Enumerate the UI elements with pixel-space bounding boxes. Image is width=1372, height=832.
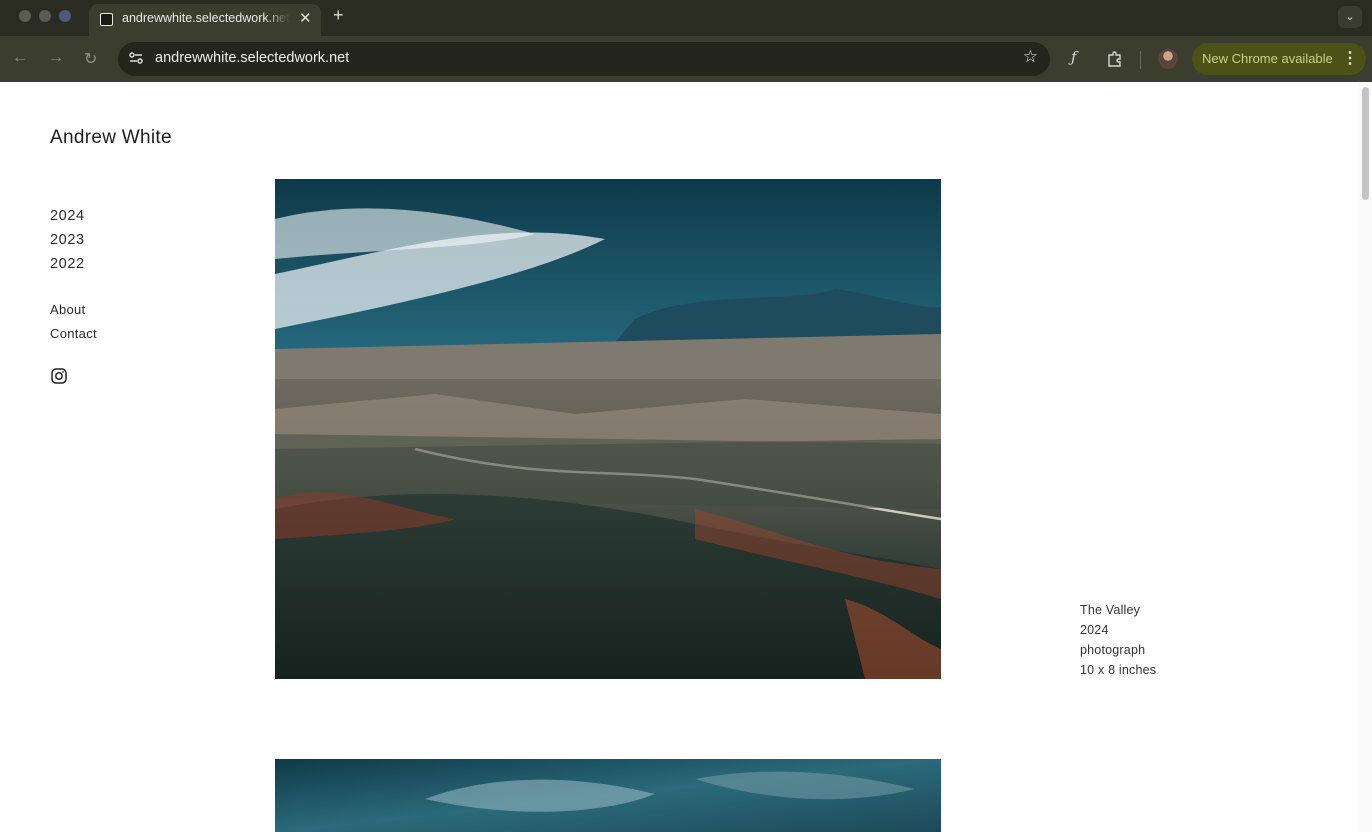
close-window-button[interactable] — [19, 10, 31, 22]
artwork-title: The Valley — [1080, 603, 1141, 617]
page-scrollbar[interactable] — [1358, 82, 1372, 832]
functions-icon[interactable]: ƒ — [1071, 48, 1077, 66]
tab-title: andrewwhite.selectedwork.net — [122, 11, 290, 25]
bookmark-star-icon[interactable]: ☆ — [1023, 47, 1038, 67]
url-text: andrewwhite.selectedwork.net — [155, 50, 350, 66]
nav-contact[interactable]: Contact — [50, 326, 97, 341]
update-chrome-button[interactable]: New Chrome available ⋮ — [1192, 43, 1366, 75]
artwork-dimensions: 10 x 8 inches — [1080, 663, 1157, 677]
artwork-medium: photograph — [1080, 643, 1146, 657]
nav-year-2022[interactable]: 2022 — [50, 256, 85, 272]
tab-strip: andrewwhite.selectedwork.net ✕ + ⌄ — [0, 0, 1372, 36]
artwork-image-next[interactable] — [275, 759, 941, 832]
address-bar[interactable]: andrewwhite.selectedwork.net ☆ — [118, 42, 1050, 76]
profile-avatar[interactable] — [1158, 49, 1178, 69]
nav-about[interactable]: About — [50, 302, 85, 317]
site-favicon-icon — [100, 13, 113, 26]
artwork-year: 2024 — [1080, 623, 1109, 637]
extensions-icon[interactable] — [1106, 50, 1124, 68]
update-label: New Chrome available — [1202, 51, 1333, 66]
forward-icon[interactable]: → — [48, 49, 64, 67]
more-menu-icon[interactable]: ⋮ — [1342, 48, 1358, 68]
browser-toolbar: ← → ↻ andrewwhite.selectedwork.net ☆ ƒ N… — [0, 36, 1372, 82]
nav-year-2023[interactable]: 2023 — [50, 232, 85, 248]
instagram-icon[interactable] — [51, 368, 67, 384]
minimize-window-button[interactable] — [39, 10, 51, 22]
page-content: Andrew White 2024 2023 2022 About Contac… — [0, 82, 1372, 832]
back-icon[interactable]: ← — [12, 49, 28, 67]
new-tab-icon[interactable]: + — [333, 5, 344, 26]
artwork-image-the-valley[interactable] — [275, 179, 941, 679]
maximize-window-button[interactable] — [59, 10, 71, 22]
browser-tab[interactable]: andrewwhite.selectedwork.net ✕ — [89, 4, 321, 36]
tab-search-chevron-icon[interactable]: ⌄ — [1338, 6, 1362, 28]
nav-year-2024[interactable]: 2024 — [50, 208, 85, 224]
tab-close-icon[interactable]: ✕ — [299, 9, 312, 27]
site-settings-icon[interactable] — [128, 50, 144, 66]
site-title[interactable]: Andrew White — [50, 127, 172, 149]
scrollbar-thumb[interactable] — [1362, 87, 1369, 200]
reload-icon[interactable]: ↻ — [84, 49, 97, 69]
toolbar-divider — [1140, 51, 1141, 69]
